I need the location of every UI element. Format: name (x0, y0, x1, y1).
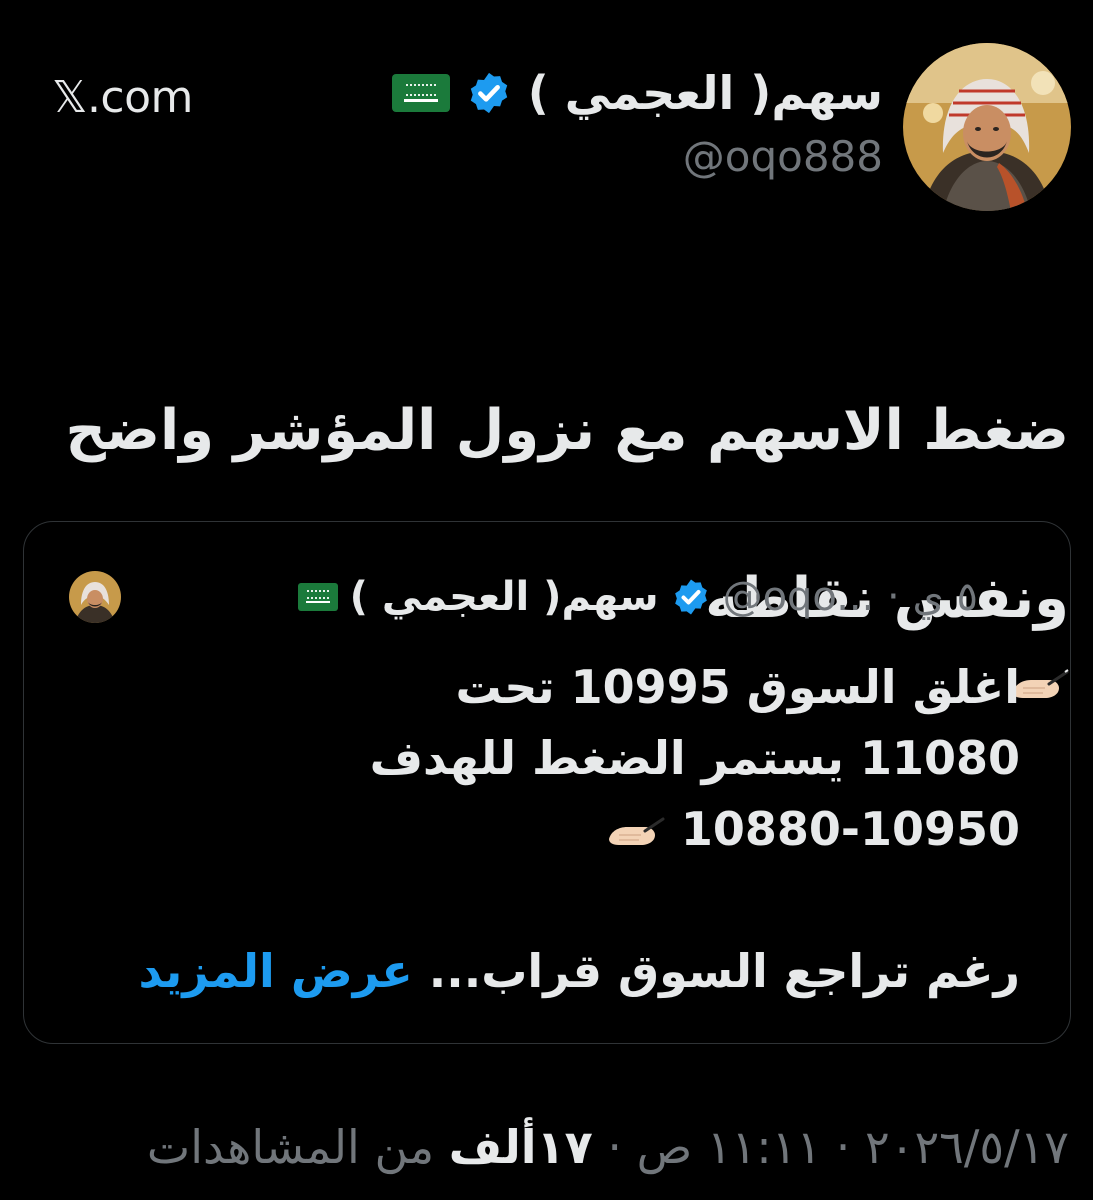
verified-badge-icon (674, 579, 707, 615)
writing-hand-icon (608, 817, 665, 845)
quoted-handle-and-time: @oqo... · ٥ ي (722, 574, 978, 620)
quoted-author-row[interactable]: سهم( العجمي ) @oqo... · ٥ ي (297, 574, 978, 620)
saudi-flag-icon (391, 74, 450, 112)
quoted-author-avatar[interactable] (69, 571, 121, 623)
quoted-line: اغلق السوق 10995 تحت (455, 660, 1020, 714)
quoted-tweet-body: اغلق السوق 10995 تحت 11080 يستمر الضغط ل… (60, 652, 1020, 1007)
tweet-time[interactable]: ١١:١١ ص (637, 1120, 822, 1174)
separator-dot: · (592, 1120, 637, 1174)
quoted-line: 11080 يستمر الضغط للهدف (369, 731, 1020, 785)
quoted-line: 10880-10950 (680, 802, 1020, 856)
author-avatar[interactable] (903, 43, 1071, 211)
tweet-screenshot: 𝕏.com سهم( العجمي ) @oqo888 ضغط الاسهم م… (0, 0, 1093, 1200)
verified-badge-icon (470, 72, 507, 114)
tweet-date[interactable]: ٢٠٢٦/٥/١٧ (865, 1120, 1069, 1174)
tweet-meta-footer: ٢٠٢٦/٥/١٧ · ١١:١١ ص · ١٧ألف من المشاهدات (147, 1120, 1069, 1174)
show-more-link[interactable]: عرض المزيد (138, 944, 412, 998)
site-label: 𝕏.com (52, 72, 193, 123)
author-display-name[interactable]: سهم( العجمي ) (528, 66, 883, 120)
views-label: من المشاهدات (146, 1120, 449, 1174)
views-count: ١٧ألف (448, 1120, 593, 1174)
author-name-row[interactable]: سهم( العجمي ) (391, 66, 883, 120)
quoted-tweet-card[interactable]: سهم( العجمي ) @oqo... · ٥ ي اغلق السوق 1… (23, 521, 1071, 1044)
quoted-truncated-text: رغم تراجع السوق قراب... (428, 944, 1020, 998)
separator-dot: · (821, 1120, 866, 1174)
quoted-line-with-icon: 10880-10950 (60, 794, 1020, 865)
tweet-line-1: ضغط الاسهم مع نزول المؤشر واضح (65, 398, 1069, 463)
saudi-flag-icon (297, 583, 338, 611)
quoted-truncated-line: رغم تراجع السوق قراب... عرض المزيد (60, 936, 1020, 1007)
author-handle[interactable]: @oqo888 (683, 132, 883, 181)
quoted-author-name[interactable]: سهم( العجمي ) (350, 574, 659, 620)
